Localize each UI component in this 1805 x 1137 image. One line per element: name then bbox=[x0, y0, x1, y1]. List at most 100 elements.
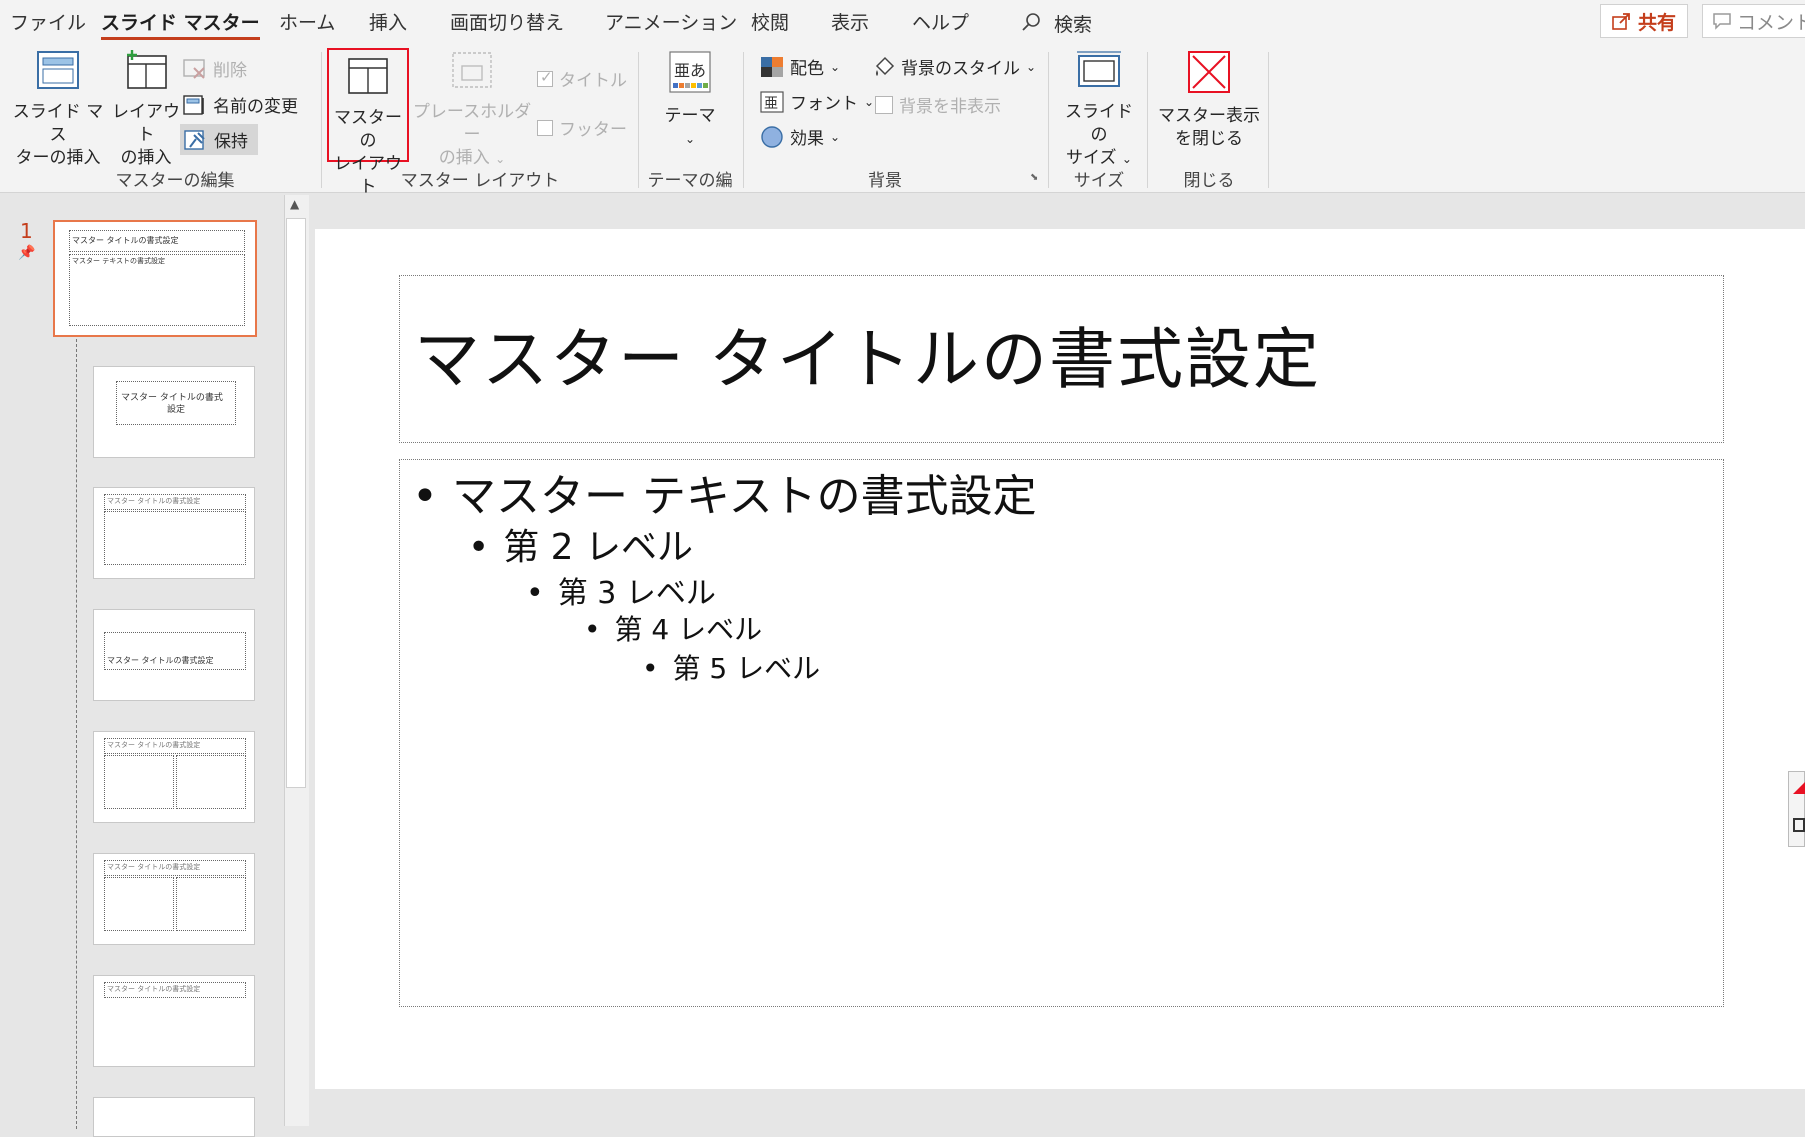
bg-styles-label: 背景のスタイル bbox=[901, 59, 1020, 79]
scroll-up-icon[interactable]: ▲ bbox=[290, 197, 299, 211]
pin-icon: 📌 bbox=[18, 245, 36, 261]
rename-button[interactable]: 名前の変更 bbox=[183, 92, 298, 117]
layout-thumbnail-comparison[interactable]: マスター タイトルの書式設定 bbox=[93, 853, 255, 945]
close-master-label1: マスター表示 bbox=[1158, 106, 1260, 126]
body-level-2: • 第 2 レベル bbox=[468, 518, 693, 570]
floating-toolbar[interactable] bbox=[1788, 771, 1805, 847]
svg-text:亜: 亜 bbox=[764, 96, 778, 112]
hide-background-checkbox[interactable]: 背景を非表示 bbox=[875, 92, 1001, 117]
group-separator bbox=[638, 52, 639, 188]
search-label: 検索 bbox=[1054, 13, 1093, 36]
tab-slide-master[interactable]: スライド マスター bbox=[101, 8, 260, 40]
slide-size-icon bbox=[1077, 51, 1121, 87]
insert-layout-button[interactable]: レイアウト の挿入 bbox=[106, 50, 186, 170]
thumb-body-placeholder bbox=[104, 511, 246, 565]
layout-thumbnail-section-header[interactable]: マスター タイトルの書式設定 bbox=[93, 609, 255, 701]
thumb-title-line2: 設定 bbox=[167, 405, 186, 415]
comment-button[interactable]: コメント bbox=[1702, 4, 1805, 38]
body-level-1: • マスター テキストの書式設定 bbox=[412, 460, 1037, 524]
background-styles-dropdown[interactable]: 背景のスタイル ⌄ bbox=[873, 54, 1036, 79]
search-box[interactable]: 検索 bbox=[1020, 8, 1092, 38]
chevron-down-icon: ⌄ bbox=[1121, 152, 1132, 166]
thumb-right-placeholder bbox=[176, 877, 246, 931]
hide-bg-label: 背景を非表示 bbox=[899, 97, 1001, 117]
thumb-title-placeholder: マスター タイトルの書式設定 bbox=[69, 230, 245, 252]
bullet-icon: • bbox=[584, 613, 601, 646]
tab-help[interactable]: ヘルプ bbox=[912, 8, 969, 38]
font-icon: 亜 bbox=[760, 90, 784, 113]
title-check-label: タイトル bbox=[559, 71, 627, 91]
layout-thumbnail-two-content[interactable]: マスター タイトルの書式設定 bbox=[93, 731, 255, 823]
level-2-text: 第 2 レベル bbox=[503, 527, 694, 568]
thumb-title: マスター タイトルの書式設定 bbox=[107, 985, 201, 993]
layout-thumbnail-title-content[interactable]: マスター タイトルの書式設定 bbox=[93, 487, 255, 579]
dialog-launcher-icon[interactable]: ⬊ bbox=[1030, 172, 1038, 183]
group-label-close: 閉じる bbox=[1183, 171, 1235, 191]
group-label-master-edit: マスターの編集 bbox=[115, 171, 235, 191]
tab-animations[interactable]: アニメーション bbox=[605, 8, 737, 38]
body-level-3: • 第 3 レベル bbox=[526, 568, 716, 612]
group-label-size: サイズ bbox=[1073, 171, 1125, 191]
chevron-down-icon: ⌄ bbox=[830, 59, 841, 74]
placeholder-icon bbox=[452, 52, 492, 88]
title-checkbox[interactable]: ✓ タイトル bbox=[537, 66, 627, 91]
layout-thumbnail-blank[interactable] bbox=[93, 1097, 255, 1137]
tab-transitions[interactable]: 画面切り替え bbox=[450, 8, 564, 38]
checkbox-unchecked-icon bbox=[875, 95, 893, 114]
effects-icon bbox=[761, 125, 783, 148]
thumb-title: マスター タイトルの書式設定 bbox=[107, 741, 201, 749]
theme-button[interactable]: 亜あ テーマ ⌄ bbox=[650, 50, 730, 151]
theme-label: テーマ bbox=[664, 106, 716, 126]
tab-home[interactable]: ホーム bbox=[279, 8, 335, 38]
slide-number: 1 bbox=[20, 219, 33, 243]
thumb-title-placeholder: マスター タイトルの書式設定 bbox=[104, 738, 246, 754]
group-separator bbox=[1048, 52, 1049, 188]
thumb-body-placeholder: マスター テキストの書式設定 bbox=[69, 254, 245, 326]
title-placeholder[interactable]: マスター タイトルの書式設定 bbox=[399, 275, 1724, 443]
tab-insert[interactable]: 挿入 bbox=[369, 8, 407, 38]
tab-view[interactable]: 表示 bbox=[831, 8, 869, 38]
fonts-dropdown[interactable]: 亜 フォント ⌄ bbox=[760, 89, 874, 114]
colors-dropdown[interactable]: 配色 ⌄ bbox=[760, 54, 840, 79]
group-separator bbox=[1268, 52, 1269, 188]
insert-layout-icon bbox=[127, 50, 167, 89]
layout-thumbnail-title-only[interactable]: マスター タイトルの書式設定 bbox=[93, 975, 255, 1067]
delete-label: 削除 bbox=[213, 61, 247, 81]
level-1-text: マスター テキストの書式設定 bbox=[451, 471, 1037, 522]
checkbox-unchecked-icon bbox=[537, 119, 553, 136]
theme-icon: 亜あ bbox=[669, 51, 711, 93]
close-master-view-button[interactable]: マスター表示 を閉じる bbox=[1155, 50, 1263, 151]
delete-button[interactable]: 削除 bbox=[183, 56, 247, 81]
share-icon bbox=[1612, 13, 1630, 30]
preserve-button[interactable]: 保持 bbox=[180, 124, 258, 155]
delete-icon bbox=[183, 58, 205, 79]
thumb-title: マスター タイトルの書式設定 bbox=[107, 656, 214, 665]
thumb-title-placeholder: マスター タイトルの書式設定 bbox=[104, 860, 246, 876]
slide-size-button[interactable]: スライドの サイズ ⌄ bbox=[1058, 50, 1140, 171]
scrollbar-thumb[interactable] bbox=[286, 218, 306, 788]
master-slide-thumbnail[interactable]: マスター タイトルの書式設定 マスター テキストの書式設定 bbox=[53, 220, 257, 337]
thumb-right-placeholder bbox=[176, 755, 246, 809]
rename-icon bbox=[183, 94, 204, 115]
thumb-title: マスター タイトルの書式設定 bbox=[107, 863, 201, 871]
slide-master-icon bbox=[37, 51, 79, 89]
search-icon bbox=[1022, 13, 1040, 31]
share-button[interactable]: 共有 bbox=[1600, 4, 1688, 38]
bullet-icon: • bbox=[412, 471, 438, 522]
tab-file[interactable]: ファイル bbox=[10, 8, 86, 38]
bullet-icon: • bbox=[642, 652, 659, 685]
effects-dropdown[interactable]: 効果 ⌄ bbox=[760, 124, 840, 149]
rename-label: 名前の変更 bbox=[213, 97, 298, 117]
thumb-left-placeholder bbox=[104, 755, 174, 809]
insert-placeholder-button[interactable]: プレースホルダー の挿入 ⌄ bbox=[412, 50, 532, 171]
layout-thumbnail-title-slide[interactable]: マスター タイトルの書式 設定 bbox=[93, 366, 255, 458]
body-placeholder[interactable]: • マスター テキストの書式設定 • 第 2 レベル • 第 3 レベル • 第 4 レ… bbox=[399, 459, 1724, 1007]
master-layout-icon bbox=[348, 58, 388, 94]
tab-review[interactable]: 校閲 bbox=[751, 8, 789, 38]
placeholder-label2: の挿入 bbox=[438, 148, 490, 168]
master-layout-button[interactable]: マスターの レイアウト bbox=[327, 48, 409, 197]
insert-slide-master-button[interactable]: スライド マス ターの挿入 bbox=[8, 50, 108, 170]
checkbox-checked-icon: ✓ bbox=[537, 68, 553, 87]
body-level-5: • 第 5 レベル bbox=[642, 647, 820, 687]
footer-checkbox[interactable]: フッター bbox=[537, 115, 627, 140]
